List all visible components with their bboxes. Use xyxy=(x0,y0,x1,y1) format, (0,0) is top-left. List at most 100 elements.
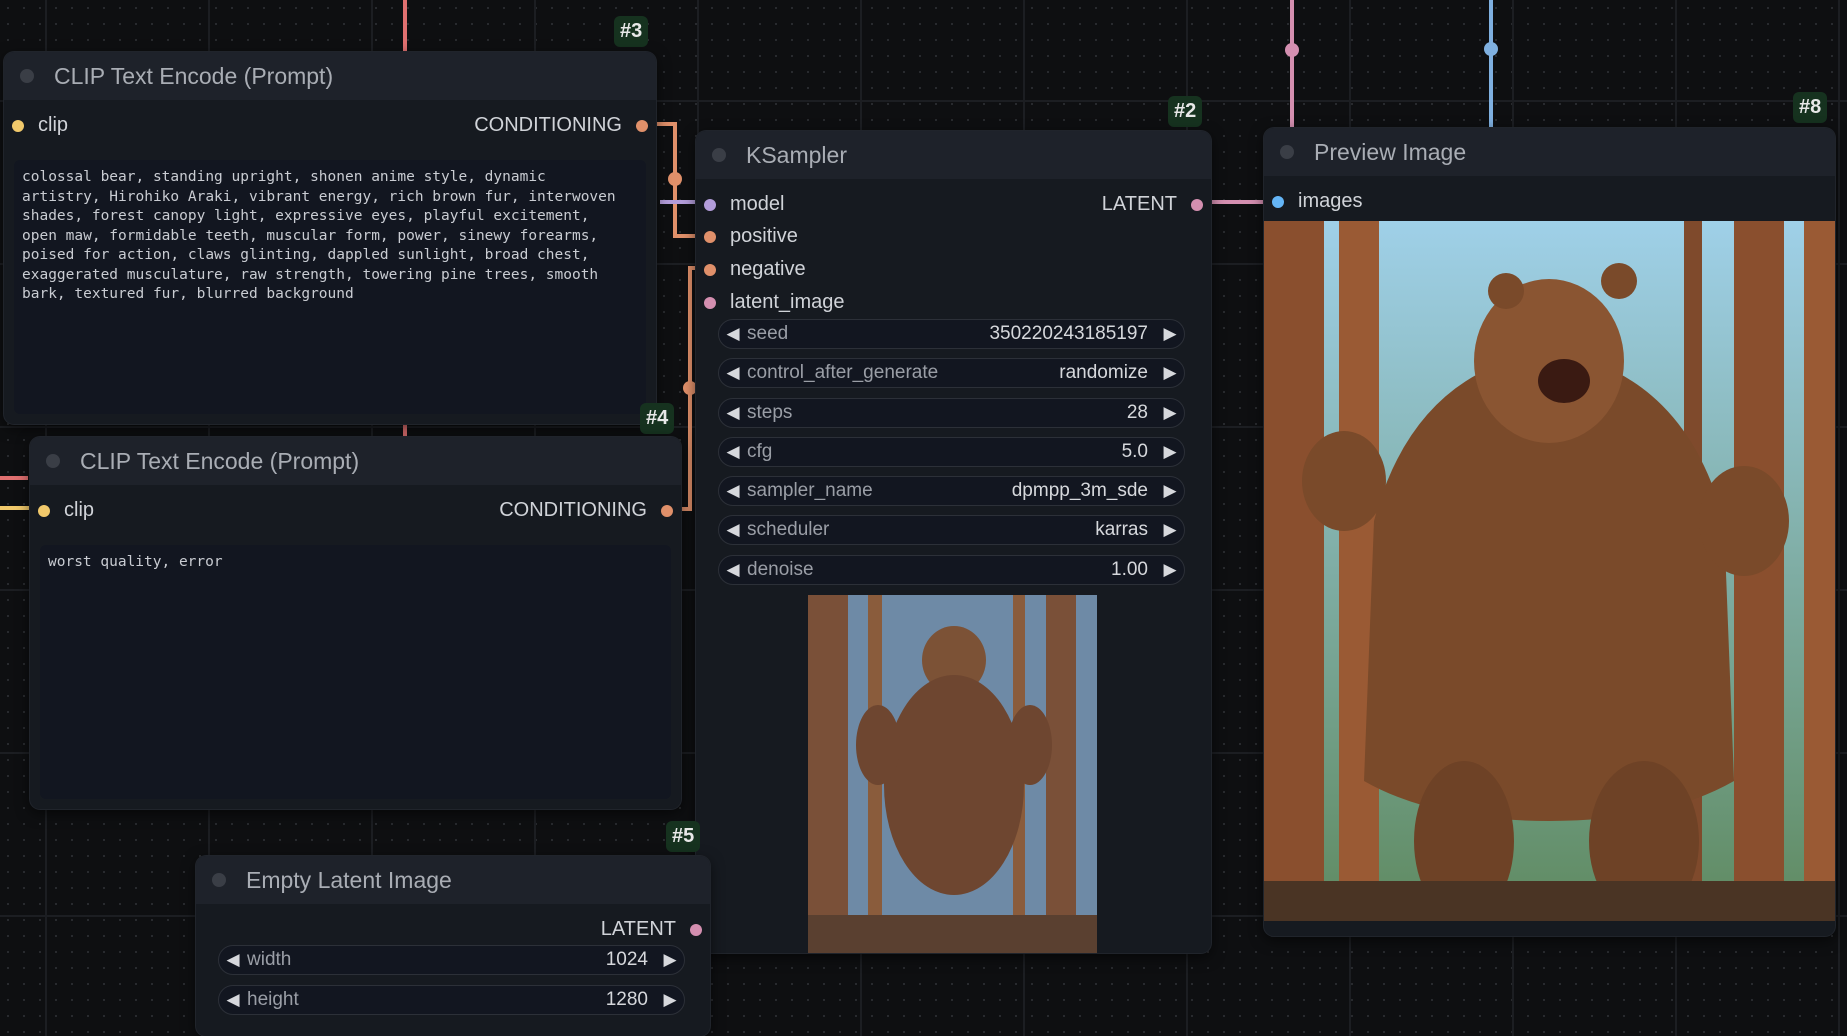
empty-latent-image-node[interactable]: Empty Latent Image LATENT ◀ width 1024 ▶… xyxy=(196,856,710,1036)
denoise-widget[interactable]: ◀ denoise 1.00 ▶ xyxy=(718,555,1185,585)
increment-arrow-icon[interactable]: ▶ xyxy=(1156,442,1184,462)
conditioning-pin-icon[interactable] xyxy=(661,504,673,517)
slot-label: positive xyxy=(730,225,798,247)
node-header[interactable]: CLIP Text Encode (Prompt) xyxy=(30,437,681,485)
latent-preview-image xyxy=(808,595,1097,953)
widget-value[interactable]: 350220243185197 xyxy=(989,323,1156,345)
widget-label: width xyxy=(247,949,292,970)
output-slot-conditioning[interactable]: CONDITIONING xyxy=(499,499,673,522)
widget-label: steps xyxy=(747,402,793,423)
cfg-widget[interactable]: ◀ cfg 5.0 ▶ xyxy=(718,437,1185,467)
height-widget[interactable]: ◀ height 1280 ▶ xyxy=(218,985,685,1015)
increment-arrow-icon[interactable]: ▶ xyxy=(656,990,684,1010)
increment-arrow-icon[interactable]: ▶ xyxy=(1156,481,1184,501)
negative-pin-icon[interactable] xyxy=(704,263,716,276)
latent-pin-icon[interactable] xyxy=(690,923,702,936)
clip-text-encode-positive-node[interactable]: CLIP Text Encode (Prompt) clip CONDITION… xyxy=(4,52,656,424)
slot-label: CONDITIONING xyxy=(499,499,647,521)
widget-label: scheduler xyxy=(747,519,830,540)
input-slot-clip[interactable]: clip xyxy=(38,499,94,522)
decrement-arrow-icon[interactable]: ◀ xyxy=(719,324,747,344)
increment-arrow-icon[interactable]: ▶ xyxy=(656,950,684,970)
model-pin-icon[interactable] xyxy=(704,198,716,211)
images-pin-icon[interactable] xyxy=(1272,195,1284,208)
collapse-dot-icon[interactable] xyxy=(712,148,726,162)
output-slot-latent[interactable]: LATENT xyxy=(601,918,702,941)
clip-pin-icon[interactable] xyxy=(38,504,50,517)
slot-label: clip xyxy=(64,499,95,521)
decrement-arrow-icon[interactable]: ◀ xyxy=(719,442,747,462)
prompt-textarea[interactable]: worst quality, error xyxy=(40,545,671,799)
node-title: CLIP Text Encode (Prompt) xyxy=(54,62,334,89)
decrement-arrow-icon[interactable]: ◀ xyxy=(719,363,747,383)
widget-label: denoise xyxy=(747,559,814,580)
widget-value[interactable]: 1.00 xyxy=(1111,559,1156,581)
seed-widget[interactable]: ◀ seed 350220243185197 ▶ xyxy=(718,319,1185,349)
widget-value[interactable]: 1024 xyxy=(606,949,656,971)
slot-label: latent_image xyxy=(730,291,845,313)
widget-value[interactable]: randomize xyxy=(1059,362,1156,384)
slot-label: images xyxy=(1298,190,1363,212)
output-slot-conditioning[interactable]: CONDITIONING xyxy=(474,114,648,137)
widget-label: control_after_generate xyxy=(747,362,939,383)
decrement-arrow-icon[interactable]: ◀ xyxy=(219,990,247,1010)
node-title: KSampler xyxy=(746,141,847,168)
input-slot-model[interactable]: model xyxy=(704,193,784,216)
input-slot-clip[interactable]: clip xyxy=(12,114,68,137)
node-badge-5: #5 xyxy=(666,821,701,852)
node-badge-2: #2 xyxy=(1168,96,1203,127)
node-badge-3: #3 xyxy=(614,16,649,47)
increment-arrow-icon[interactable]: ▶ xyxy=(1156,520,1184,540)
slot-label: LATENT xyxy=(600,918,676,940)
decrement-arrow-icon[interactable]: ◀ xyxy=(219,950,247,970)
node-header[interactable]: KSampler xyxy=(696,131,1211,179)
widget-value[interactable]: karras xyxy=(1095,519,1156,541)
decrement-arrow-icon[interactable]: ◀ xyxy=(719,403,747,423)
decrement-arrow-icon[interactable]: ◀ xyxy=(719,481,747,501)
latent-pin-icon[interactable] xyxy=(704,296,716,309)
control-after-generate-widget[interactable]: ◀ control_after_generate randomize ▶ xyxy=(718,358,1185,388)
clip-pin-icon[interactable] xyxy=(12,119,24,132)
increment-arrow-icon[interactable]: ▶ xyxy=(1156,324,1184,344)
collapse-dot-icon[interactable] xyxy=(212,873,226,887)
node-header[interactable]: Empty Latent Image xyxy=(196,856,710,904)
input-slot-negative[interactable]: negative xyxy=(704,258,806,281)
node-header[interactable]: Preview Image xyxy=(1264,128,1835,176)
decrement-arrow-icon[interactable]: ◀ xyxy=(719,560,747,580)
widget-value[interactable]: 28 xyxy=(1127,402,1156,424)
output-slot-latent[interactable]: LATENT xyxy=(1102,193,1203,216)
node-title: Empty Latent Image xyxy=(246,866,452,893)
increment-arrow-icon[interactable]: ▶ xyxy=(1156,363,1184,383)
widget-value[interactable]: dpmpp_3m_sde xyxy=(1012,480,1156,502)
widget-label: height xyxy=(247,989,299,1010)
width-widget[interactable]: ◀ width 1024 ▶ xyxy=(218,945,685,975)
increment-arrow-icon[interactable]: ▶ xyxy=(1156,560,1184,580)
widget-label: sampler_name xyxy=(747,480,873,501)
widget-label: seed xyxy=(747,323,789,344)
increment-arrow-icon[interactable]: ▶ xyxy=(1156,403,1184,423)
scheduler-widget[interactable]: ◀ scheduler karras ▶ xyxy=(718,515,1185,545)
positive-pin-icon[interactable] xyxy=(704,230,716,243)
latent-pin-icon[interactable] xyxy=(1191,198,1203,211)
collapse-dot-icon[interactable] xyxy=(20,69,34,83)
decrement-arrow-icon[interactable]: ◀ xyxy=(719,520,747,540)
prompt-textarea[interactable]: colossal bear, standing upright, shonen … xyxy=(14,160,646,414)
node-header[interactable]: CLIP Text Encode (Prompt) xyxy=(4,52,656,100)
ksampler-node[interactable]: KSampler model positive negative latent_… xyxy=(696,131,1211,953)
collapse-dot-icon[interactable] xyxy=(1280,145,1294,159)
widget-value[interactable]: 1280 xyxy=(606,989,656,1011)
widget-value[interactable]: 5.0 xyxy=(1122,441,1156,463)
steps-widget[interactable]: ◀ steps 28 ▶ xyxy=(718,398,1185,428)
input-slot-images[interactable]: images xyxy=(1272,190,1362,213)
node-badge-8: #8 xyxy=(1793,92,1828,123)
preview-image-node[interactable]: Preview Image images xyxy=(1264,128,1835,936)
sampler-name-widget[interactable]: ◀ sampler_name dpmpp_3m_sde ▶ xyxy=(718,476,1185,506)
slot-label: model xyxy=(730,193,785,215)
input-slot-positive[interactable]: positive xyxy=(704,225,798,248)
generated-preview-image[interactable] xyxy=(1264,221,1835,921)
collapse-dot-icon[interactable] xyxy=(46,454,60,468)
slot-label: clip xyxy=(38,114,69,136)
input-slot-latent-image[interactable]: latent_image xyxy=(704,291,845,314)
clip-text-encode-negative-node[interactable]: CLIP Text Encode (Prompt) clip CONDITION… xyxy=(30,437,681,809)
conditioning-pin-icon[interactable] xyxy=(636,119,648,132)
